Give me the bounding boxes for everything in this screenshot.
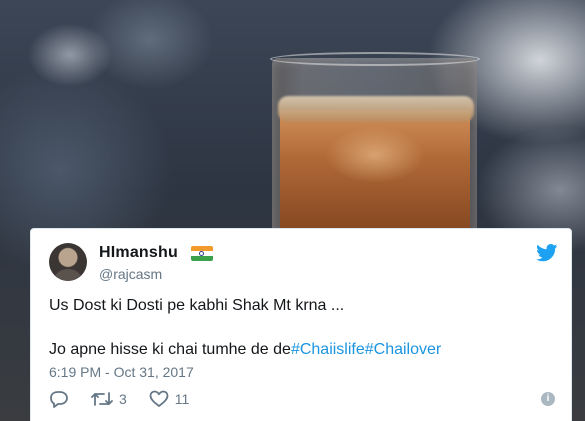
tea-foam [278, 96, 474, 122]
retweet-count: 3 [119, 391, 127, 407]
avatar[interactable] [49, 243, 87, 281]
tweet-card[interactable]: HImanshu @rajcasm Us Dost ki Dosti pe ka… [30, 228, 572, 421]
hashtag-chailover[interactable]: #Chailover [365, 341, 441, 358]
india-flag-icon [191, 246, 213, 261]
heart-icon [149, 390, 169, 407]
reply-icon [50, 391, 68, 408]
avatar-shoulders [55, 269, 81, 281]
retweet-icon [91, 392, 113, 406]
twitter-bird-icon[interactable] [536, 244, 558, 262]
user-handle[interactable]: @rajcasm [99, 266, 162, 282]
tweet-text-line-2-body: Jo apne hisse ki chai tumhe de de [49, 341, 291, 358]
hashtag-chaiislife[interactable]: #Chaiislife [291, 341, 365, 358]
tweet-timestamp[interactable]: 6:19 PM - Oct 31, 2017 [49, 364, 194, 380]
tweet-text-line-1: Us Dost ki Dosti pe kabhi Shak Mt krna .… [49, 297, 345, 314]
tweet-text-line-2: Jo apne hisse ki chai tumhe de de#Chaiis… [49, 341, 441, 359]
display-name[interactable]: HImanshu [99, 244, 178, 262]
reply-button[interactable] [49, 390, 69, 408]
info-icon[interactable]: i [541, 392, 555, 406]
like-button[interactable]: 11 [149, 390, 190, 408]
like-count: 11 [174, 391, 190, 407]
tweet-actions: 3 11 [49, 390, 211, 408]
retweet-button[interactable]: 3 [91, 390, 127, 408]
glass-rim [270, 52, 480, 66]
